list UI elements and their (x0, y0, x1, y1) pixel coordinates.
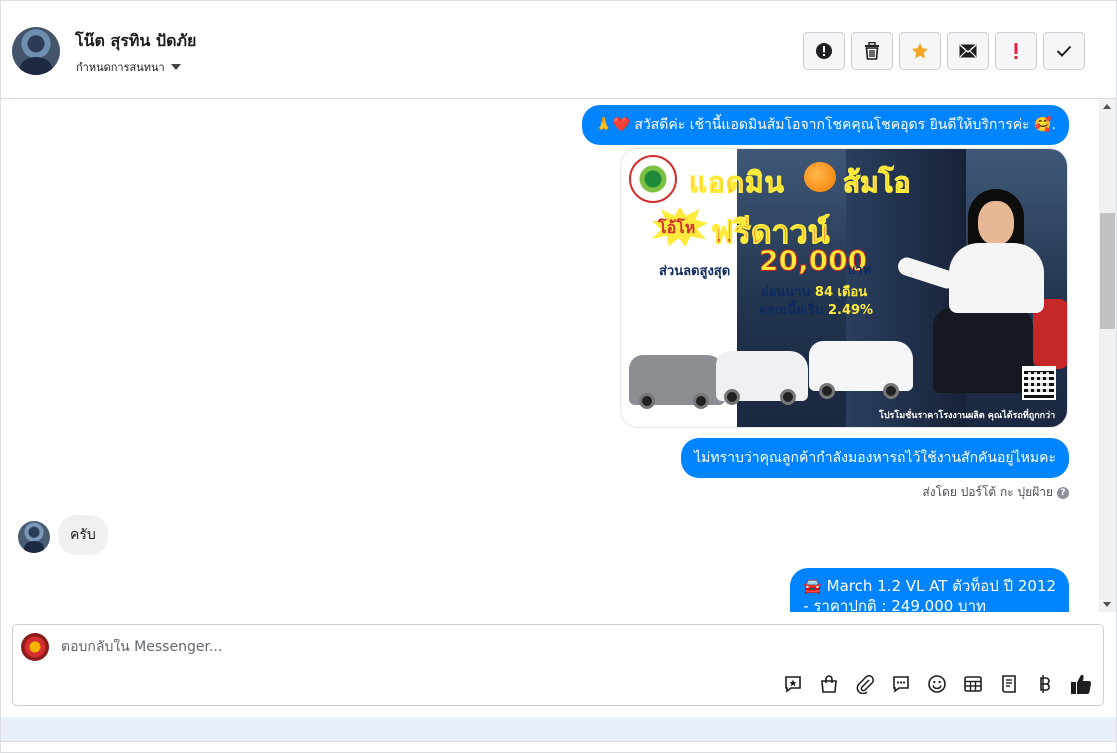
important-icon (1013, 42, 1019, 60)
reply-input[interactable] (61, 639, 761, 655)
trash-icon (864, 42, 880, 60)
caret-down-icon (170, 64, 181, 70)
contact-avatar[interactable] (12, 27, 60, 75)
follow-up-button[interactable] (995, 32, 1037, 70)
delete-button[interactable] (851, 32, 893, 70)
emoji-icon[interactable] (926, 673, 948, 695)
promo-title-admin: แอดมิน (689, 166, 785, 200)
star-icon (911, 42, 929, 60)
saved-reply-icon[interactable] (782, 673, 804, 695)
sent-by-label: ส่งโดย ปอร์โต้ กะ ปุยฝ้าย ? (922, 483, 1069, 502)
conversation-header: โน๊ต สุรทิน ปัดภัย กำหนดการสนทนา (1, 1, 1116, 99)
message-bubble-outgoing[interactable]: 🚘 March 1.2 VL AT ตัวท็อป ปี 2012 - ราคา… (790, 568, 1069, 612)
scroll-up-icon[interactable] (1103, 104, 1111, 109)
quick-reply-icon[interactable] (890, 673, 912, 695)
spam-button[interactable] (803, 32, 845, 70)
assign-label: กำหนดการสนทนา (76, 61, 165, 74)
page-avatar (21, 633, 49, 661)
receipt-icon[interactable] (998, 673, 1020, 695)
promo-ohai: โอ้โห (658, 218, 696, 237)
message-bubble-incoming[interactable]: ครับ (58, 515, 108, 555)
assign-conversation-dropdown[interactable]: กำหนดการสนทนา (76, 58, 181, 76)
star-button[interactable] (899, 32, 941, 70)
thread-scrollbar[interactable] (1099, 99, 1116, 612)
baht-icon[interactable] (1034, 673, 1056, 695)
footer-strip (1, 717, 1116, 741)
messenger-inbox-window: โน๊ต สุรทิน ปัดภัย กำหนดการสนทนา 🙏❤️ สวั… (0, 0, 1117, 753)
contact-name[interactable]: โน๊ต สุรทิน ปัดภัย (75, 29, 196, 54)
help-icon[interactable]: ? (1057, 486, 1069, 499)
table-icon[interactable] (962, 673, 984, 695)
contact-avatar-small[interactable] (18, 521, 50, 553)
mail-icon (959, 44, 977, 58)
scroll-thumb[interactable] (1100, 213, 1115, 329)
footer-divider (1, 741, 1116, 742)
message-bubble-outgoing[interactable]: ไม่ทราบว่าคุณลูกค้ากำลังมองหารถไว้ใช้งาน… (681, 438, 1069, 478)
exclamation-circle-icon (815, 42, 833, 60)
attachment-icon[interactable] (854, 673, 876, 695)
pickup-cage-icon (809, 341, 913, 399)
message-thread[interactable]: 🙏❤️ สวัสดีค่ะ เช้านี้แอดมินส้มโอจากโชคคุ… (1, 99, 1116, 612)
promo-footer: โปรโมชั่นราคาโรงงานผลิต คุณได้รถที่ถูกกว… (879, 411, 1056, 421)
mark-done-button[interactable] (1043, 32, 1085, 70)
pomelo-icon (804, 162, 836, 192)
scroll-down-icon[interactable] (1103, 602, 1111, 607)
shopping-bag-icon[interactable] (818, 673, 840, 695)
promo-image[interactable]: แอดมิน ส้มโอ โอ้โห ฟรีดาวน์ ส่วนลดสูงสุด… (620, 148, 1068, 428)
check-icon (1056, 45, 1072, 57)
dealer-logo-icon (629, 155, 677, 203)
pickup-white-icon (716, 351, 808, 405)
promo-baht: บาท (847, 263, 872, 278)
mark-unread-button[interactable] (947, 32, 989, 70)
qr-code-icon (1022, 366, 1056, 400)
promo-title-name: ส้มโอ (842, 166, 911, 200)
like-icon[interactable] (1070, 673, 1092, 695)
message-bubble-outgoing[interactable]: 🙏❤️ สวัสดีค่ะ เช้านี้แอดมินส้มโอจากโชคคุ… (582, 105, 1069, 145)
promo-interest: ดอกเบี้ยเริ่ม 2.49% (759, 303, 874, 318)
promo-discount-label: ส่วนลดสูงสุด (659, 264, 731, 279)
reply-composer (12, 624, 1104, 706)
car-red-icon (629, 355, 725, 409)
